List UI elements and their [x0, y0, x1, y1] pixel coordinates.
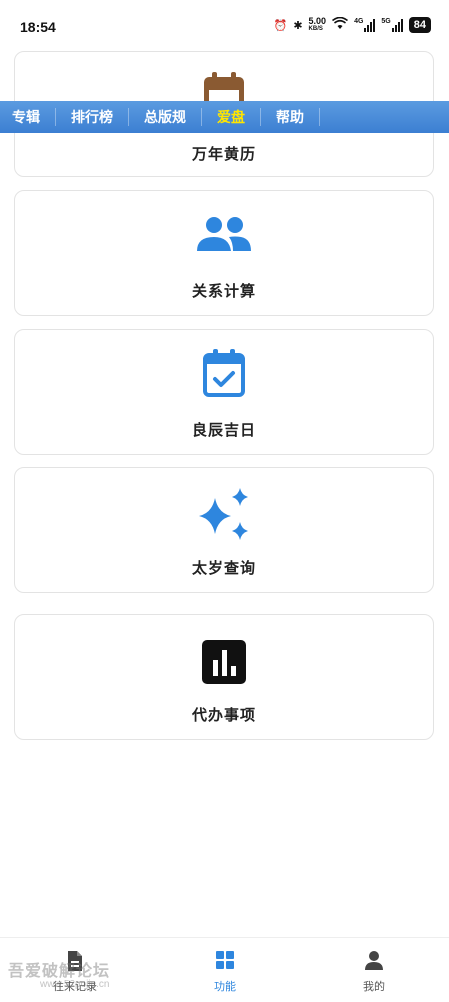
card-label: 良辰吉日: [191, 422, 256, 439]
signal-5g-icon: 5G: [381, 18, 403, 32]
nav-item-albums[interactable]: 专辑: [0, 108, 56, 126]
status-time: 18:54: [20, 19, 56, 35]
battery-indicator: 84: [408, 17, 431, 33]
signal-4g-icon: 4G: [354, 18, 376, 32]
nav-item-rules[interactable]: 总版规: [129, 108, 202, 126]
top-nav-bar: 专辑 排行榜 总版规 爱盘 帮助: [0, 101, 449, 133]
wifi-icon: [332, 16, 349, 33]
network-speed: 5.00 KB/S: [309, 17, 327, 33]
card-relation-calc[interactable]: 关系计算: [14, 190, 434, 316]
signal-5g-label: 5G: [381, 18, 391, 25]
person-icon: [364, 950, 384, 975]
tab-label: 我的: [363, 981, 385, 993]
watermark-url: www.52pojie.cn: [40, 979, 110, 990]
people-icon: [195, 215, 253, 262]
nav-item-aipan[interactable]: 爱盘: [202, 108, 261, 126]
watermark-text: 吾爱破解论坛: [8, 963, 111, 980]
tab-label: 功能: [214, 981, 236, 993]
alarm-icon: ⏰: [273, 19, 288, 32]
card-label: 代办事项: [191, 707, 256, 724]
bar-chart-icon: [200, 638, 248, 691]
signal-4g-label: 4G: [354, 18, 364, 25]
nav-item-rankings[interactable]: 排行榜: [56, 108, 129, 126]
tab-mine[interactable]: 我的: [299, 938, 449, 1002]
tab-functions[interactable]: 功能: [150, 938, 300, 1002]
card-auspicious-day[interactable]: 良辰吉日: [14, 329, 434, 455]
status-icons: ⏰ ✱ 5.00 KB/S 4G 5G 84: [274, 17, 431, 33]
card-label: 万年黄历: [191, 146, 256, 163]
card-taisui-query[interactable]: 太岁查询: [14, 467, 434, 593]
card-todo[interactable]: 代办事项: [14, 614, 434, 740]
network-speed-value: 5.00: [308, 16, 327, 26]
card-label: 关系计算: [191, 283, 256, 300]
nav-item-help[interactable]: 帮助: [261, 108, 320, 126]
grid-icon: [215, 950, 235, 975]
calendar-check-icon: [200, 348, 248, 403]
bluetooth-icon: ✱: [293, 19, 303, 32]
sparkle-icon: [195, 486, 253, 549]
card-label: 太岁查询: [191, 560, 256, 577]
status-bar: 18:54 ⏰ ✱ 5.00 KB/S 4G 5G 84: [0, 0, 449, 56]
network-speed-unit: KB/S: [308, 26, 323, 32]
